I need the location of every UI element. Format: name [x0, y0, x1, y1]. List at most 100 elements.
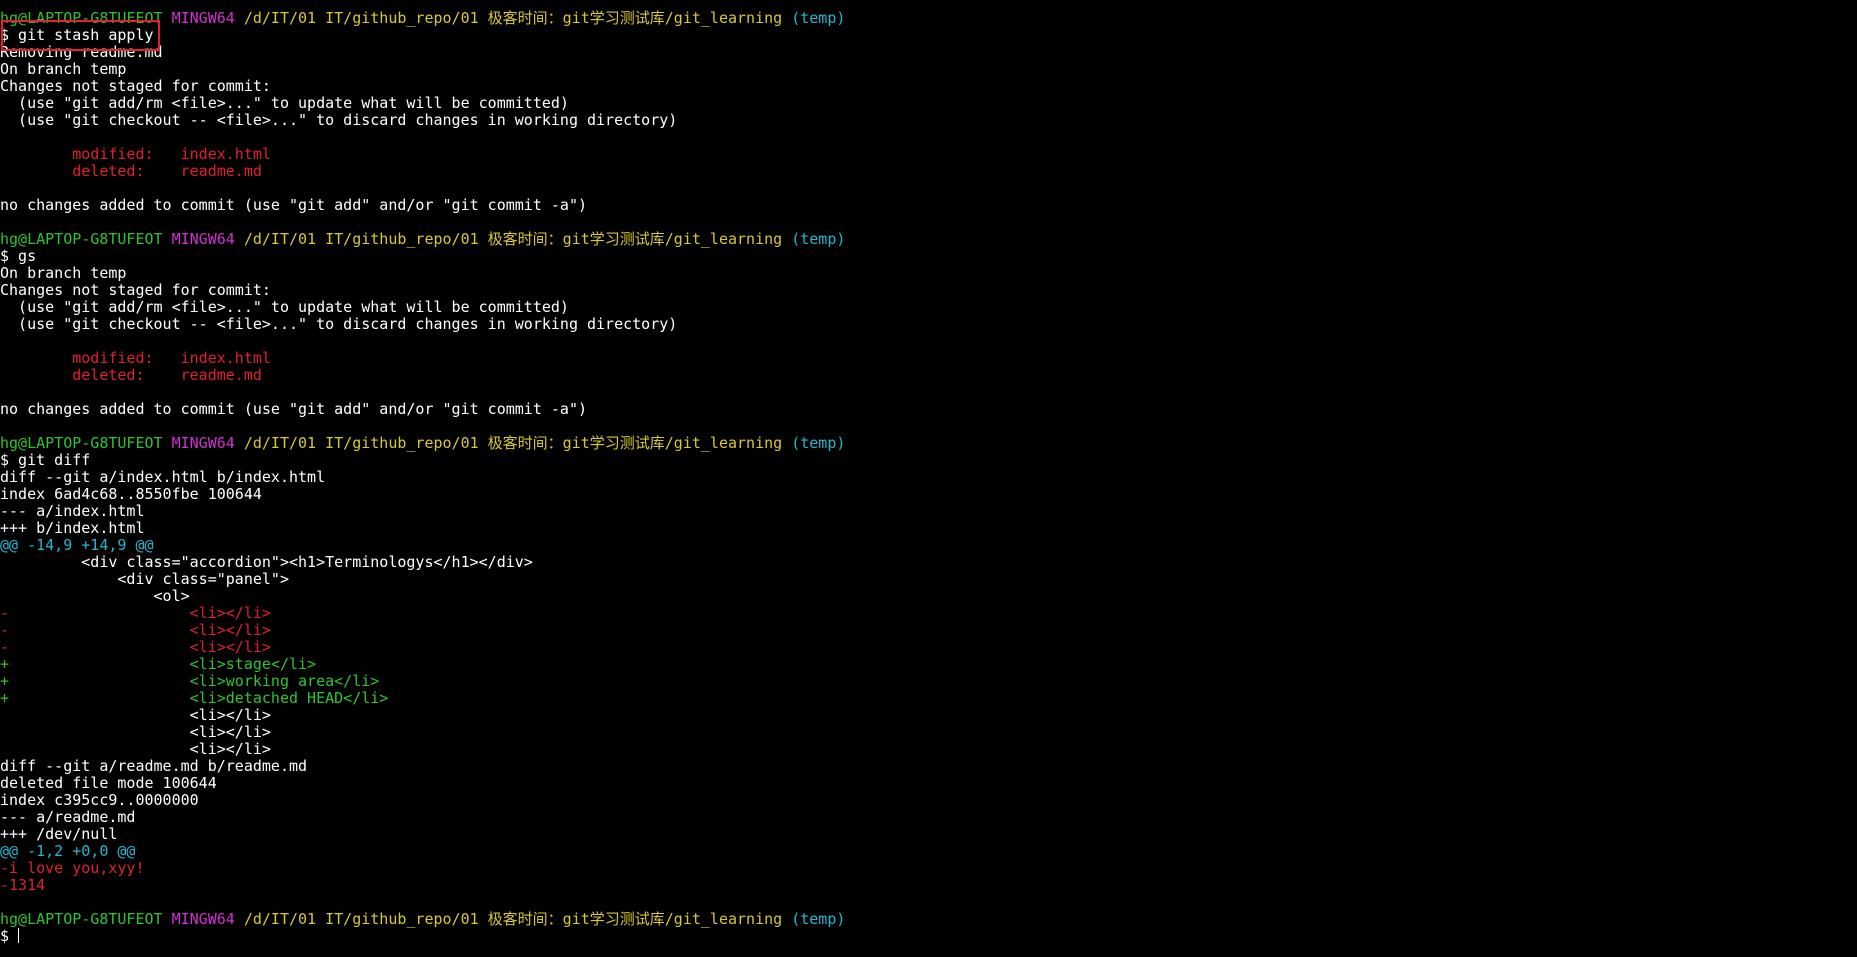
terminal-text: On branch temp: [0, 265, 127, 282]
terminal-line: $: [0, 928, 1857, 945]
terminal-text: <div class="accordion"><h1>Terminologys<…: [0, 554, 533, 571]
terminal-text: /d/IT/01 IT/github_repo/01 极客时间：git学习测试库…: [243, 231, 783, 248]
terminal-text: modified: index.html: [0, 146, 271, 163]
terminal-text: +++ /dev/null: [0, 826, 118, 843]
terminal-text: hg@LAPTOP-G8TUFEOT: [0, 231, 163, 248]
terminal-text: deleted: readme.md: [0, 163, 262, 180]
terminal-line: Changes not staged for commit:: [0, 78, 1857, 95]
terminal-text: index c395cc9..0000000: [0, 792, 199, 809]
terminal-text: /d/IT/01 IT/github_repo/01 极客时间：git学习测试库…: [243, 435, 783, 452]
terminal-line: hg@LAPTOP-G8TUFEOT MINGW64 /d/IT/01 IT/g…: [0, 435, 1857, 452]
text-cursor[interactable]: [18, 928, 20, 943]
terminal-text: index 6ad4c68..8550fbe 100644: [0, 486, 262, 503]
terminal-text: hg@LAPTOP-G8TUFEOT: [0, 10, 163, 27]
terminal-line: (use "git checkout -- <file>..." to disc…: [0, 112, 1857, 129]
terminal-line: Removing readme.md: [0, 44, 1857, 61]
terminal-text: hg@LAPTOP-G8TUFEOT: [0, 911, 163, 928]
terminal-text: (temp): [791, 911, 846, 928]
terminal-text: MINGW64: [171, 435, 235, 452]
terminal-line: + <li>detached HEAD</li>: [0, 690, 1857, 707]
terminal-text: (temp): [791, 435, 846, 452]
terminal-text: deleted: readme.md: [0, 367, 262, 384]
terminal-line: --- a/index.html: [0, 503, 1857, 520]
terminal-text: --- a/readme.md: [0, 809, 136, 826]
terminal-line: <ol>: [0, 588, 1857, 605]
terminal-text: Changes not staged for commit:: [0, 78, 271, 95]
terminal-text: On branch temp: [0, 61, 127, 78]
terminal-line: <li></li>: [0, 724, 1857, 741]
terminal-line: diff --git a/index.html b/index.html: [0, 469, 1857, 486]
terminal-text: MINGW64: [171, 10, 235, 27]
terminal-line: hg@LAPTOP-G8TUFEOT MINGW64 /d/IT/01 IT/g…: [0, 10, 1857, 27]
terminal-line: (use "git add/rm <file>..." to update wh…: [0, 299, 1857, 316]
terminal-line: deleted file mode 100644: [0, 775, 1857, 792]
terminal-text: $ git diff: [0, 452, 91, 469]
terminal-text: Removing readme.md: [0, 44, 163, 61]
terminal-line: no changes added to commit (use "git add…: [0, 197, 1857, 214]
terminal-output: hg@LAPTOP-G8TUFEOT MINGW64 /d/IT/01 IT/g…: [0, 10, 1857, 945]
terminal-line: -i love you,xyy!: [0, 860, 1857, 877]
terminal-text: -1314: [0, 877, 46, 894]
terminal-line: deleted: readme.md: [0, 163, 1857, 180]
terminal-line: $ git stash apply: [0, 27, 1857, 44]
terminal-text: <li></li>: [0, 724, 271, 741]
terminal-line: Changes not staged for commit:: [0, 282, 1857, 299]
terminal-text: <div class="panel">: [0, 571, 289, 588]
terminal-line: --- a/readme.md: [0, 809, 1857, 826]
terminal-text: MINGW64: [171, 911, 235, 928]
terminal-line: + <li>working area</li>: [0, 673, 1857, 690]
terminal-line: no changes added to commit (use "git add…: [0, 401, 1857, 418]
terminal-line: modified: index.html: [0, 350, 1857, 367]
terminal-line: deleted: readme.md: [0, 367, 1857, 384]
terminal-line: index c395cc9..0000000: [0, 792, 1857, 809]
terminal-line: modified: index.html: [0, 146, 1857, 163]
terminal-line: diff --git a/readme.md b/readme.md: [0, 758, 1857, 775]
terminal-text: (use "git add/rm <file>..." to update wh…: [0, 95, 569, 112]
terminal-text: diff --git a/index.html b/index.html: [0, 469, 326, 486]
terminal-line: On branch temp: [0, 265, 1857, 282]
terminal-text: deleted file mode 100644: [0, 775, 217, 792]
terminal-line: @@ -1,2 +0,0 @@: [0, 843, 1857, 860]
terminal-text: --- a/index.html: [0, 503, 145, 520]
terminal-text: <ol>: [0, 588, 190, 605]
terminal-text: (temp): [791, 10, 846, 27]
terminal-line: On branch temp: [0, 61, 1857, 78]
terminal-text: @@ -1,2 +0,0 @@: [0, 843, 136, 860]
terminal-line: - <li></li>: [0, 639, 1857, 656]
terminal-window[interactable]: hg@LAPTOP-G8TUFEOT MINGW64 /d/IT/01 IT/g…: [0, 0, 1857, 957]
terminal-text: MINGW64: [171, 231, 235, 248]
terminal-text: - <li></li>: [0, 605, 271, 622]
terminal-text: /d/IT/01 IT/github_repo/01 极客时间：git学习测试库…: [243, 911, 783, 928]
terminal-line: hg@LAPTOP-G8TUFEOT MINGW64 /d/IT/01 IT/g…: [0, 231, 1857, 248]
terminal-line: @@ -14,9 +14,9 @@: [0, 537, 1857, 554]
terminal-text: + <li>working area</li>: [0, 673, 380, 690]
terminal-text: (use "git checkout -- <file>..." to disc…: [0, 316, 678, 333]
terminal-line: index 6ad4c68..8550fbe 100644: [0, 486, 1857, 503]
terminal-text: (use "git checkout -- <file>..." to disc…: [0, 112, 678, 129]
terminal-text: modified: index.html: [0, 350, 271, 367]
terminal-line: $ gs: [0, 248, 1857, 265]
terminal-text: no changes added to commit (use "git add…: [0, 401, 587, 418]
terminal-line: <li></li>: [0, 707, 1857, 724]
terminal-text: Changes not staged for commit:: [0, 282, 271, 299]
terminal-line: - <li></li>: [0, 622, 1857, 639]
terminal-line: - <li></li>: [0, 605, 1857, 622]
terminal-line: hg@LAPTOP-G8TUFEOT MINGW64 /d/IT/01 IT/g…: [0, 911, 1857, 928]
terminal-line: $ git diff: [0, 452, 1857, 469]
terminal-line: <div class="accordion"><h1>Terminologys<…: [0, 554, 1857, 571]
terminal-text: diff --git a/readme.md b/readme.md: [0, 758, 308, 775]
terminal-line: <li></li>: [0, 741, 1857, 758]
terminal-text: + <li>detached HEAD</li>: [0, 690, 389, 707]
terminal-line: +++ b/index.html: [0, 520, 1857, 537]
